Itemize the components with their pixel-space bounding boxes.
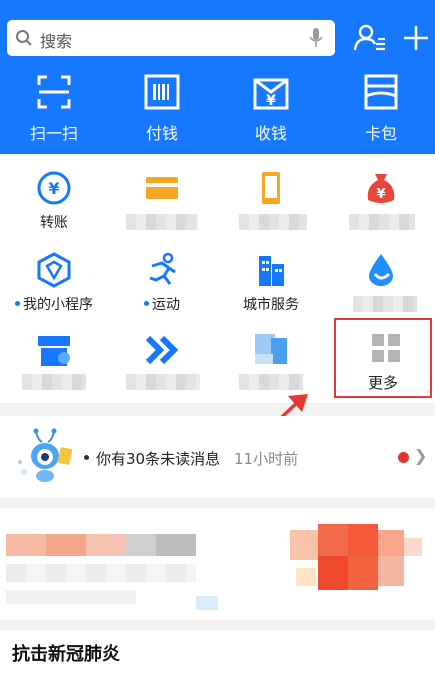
blurred-app-icon	[255, 334, 287, 364]
app-city-service[interactable]: 城市服务	[217, 242, 325, 322]
blurred-block	[348, 556, 378, 590]
blurred-block	[348, 524, 378, 556]
message-time: 11小时前	[234, 450, 299, 468]
blurred-block	[156, 534, 196, 556]
app-label: 我的小程序	[0, 294, 108, 314]
running-icon	[149, 252, 176, 285]
transfer-icon: ¥	[37, 171, 71, 205]
ant-mascot-icon	[18, 428, 73, 482]
blurred-block	[6, 590, 136, 604]
money-bag-icon: ¥	[367, 174, 395, 203]
app-sports[interactable]: 运动	[108, 242, 216, 322]
add-icon[interactable]	[398, 20, 434, 56]
card-icon	[146, 177, 178, 199]
phone-icon	[262, 172, 280, 204]
blurred-block	[296, 568, 316, 586]
receive-icon: ¥	[253, 78, 289, 110]
blurred-label	[349, 214, 415, 230]
new-dot	[144, 300, 149, 306]
quick-action-card-wallet[interactable]: 卡包	[327, 74, 435, 148]
blurred-block	[86, 534, 126, 556]
blurred-label	[126, 374, 200, 390]
quick-action-receive[interactable]: ¥ 收钱	[217, 74, 325, 148]
app-blurred[interactable]	[217, 160, 325, 240]
app-label-text: 我的小程序	[23, 297, 93, 313]
shop-icon	[38, 336, 70, 366]
blurred-block	[378, 556, 404, 586]
mini-program-icon	[37, 252, 71, 288]
app-blurred[interactable]	[108, 322, 216, 402]
section-title: 抗击新冠肺炎	[12, 644, 120, 665]
blurred-block	[378, 530, 404, 556]
blurred-block	[126, 534, 156, 556]
blurred-block	[404, 538, 422, 556]
section-header: 抗击新冠肺炎	[0, 630, 435, 676]
blurred-block	[46, 534, 86, 556]
app-label: 转账	[40, 215, 68, 231]
card-wallet-icon	[364, 74, 398, 110]
blurred-block	[196, 596, 218, 610]
blurred-label	[22, 374, 86, 390]
blurred-block	[6, 564, 196, 582]
quick-action-label: 付钱	[145, 124, 178, 143]
svg-text:¥: ¥	[266, 93, 276, 109]
blurred-block	[318, 524, 348, 556]
new-dot	[15, 300, 20, 306]
message-notification[interactable]: 你有30条未读消息 11小时前 ❯	[0, 416, 435, 498]
quick-action-label: 扫一扫	[29, 124, 78, 143]
more-label: 更多	[367, 374, 398, 392]
top-header: 搜索 扫一扫 付钱 ¥ 收钱 卡包	[0, 0, 435, 154]
app-blurred[interactable]	[217, 322, 325, 402]
bullet-dot	[84, 455, 89, 460]
search-bar[interactable]: 搜索	[7, 20, 335, 56]
grid-menu-icon	[372, 334, 400, 362]
blurred-label	[126, 214, 198, 230]
app-blurred[interactable]	[327, 242, 435, 322]
svg-text:¥: ¥	[48, 179, 59, 198]
app-blurred[interactable]: ¥	[327, 160, 435, 240]
promo-banner[interactable]	[0, 508, 435, 620]
blurred-label	[239, 374, 303, 390]
pay-icon	[144, 74, 180, 110]
unread-message-text: 你有30条未读消息	[96, 450, 221, 468]
drop-icon	[369, 254, 393, 286]
app-transfer[interactable]: ¥ 转账	[0, 160, 108, 240]
blurred-block	[6, 534, 46, 556]
city-building-icon	[259, 256, 284, 286]
app-label: 运动	[108, 294, 216, 314]
app-label-text: 运动	[152, 297, 180, 313]
svg-text:¥: ¥	[376, 187, 385, 202]
more-button[interactable]: 更多	[334, 318, 432, 398]
quick-action-label: 卡包	[364, 124, 397, 143]
app-blurred[interactable]	[0, 322, 108, 402]
scan-icon	[37, 75, 71, 109]
app-mini-program[interactable]: 我的小程序	[0, 242, 108, 322]
double-chevron-icon	[145, 335, 179, 365]
chevron-right-icon: ❯	[414, 446, 428, 465]
app-blurred[interactable]	[108, 160, 216, 240]
blurred-label	[353, 296, 417, 312]
contacts-icon[interactable]	[352, 20, 388, 56]
blurred-block	[318, 556, 348, 590]
unread-badge	[398, 452, 409, 463]
app-label: 城市服务	[243, 297, 299, 313]
blurred-label	[239, 214, 307, 230]
microphone-icon[interactable]	[309, 28, 323, 48]
blurred-block	[290, 530, 318, 560]
search-icon	[16, 30, 32, 46]
search-input[interactable]: 搜索	[40, 28, 72, 52]
quick-action-pay[interactable]: 付钱	[108, 74, 216, 148]
quick-action-scan[interactable]: 扫一扫	[0, 74, 108, 148]
quick-action-label: 收钱	[254, 124, 287, 143]
